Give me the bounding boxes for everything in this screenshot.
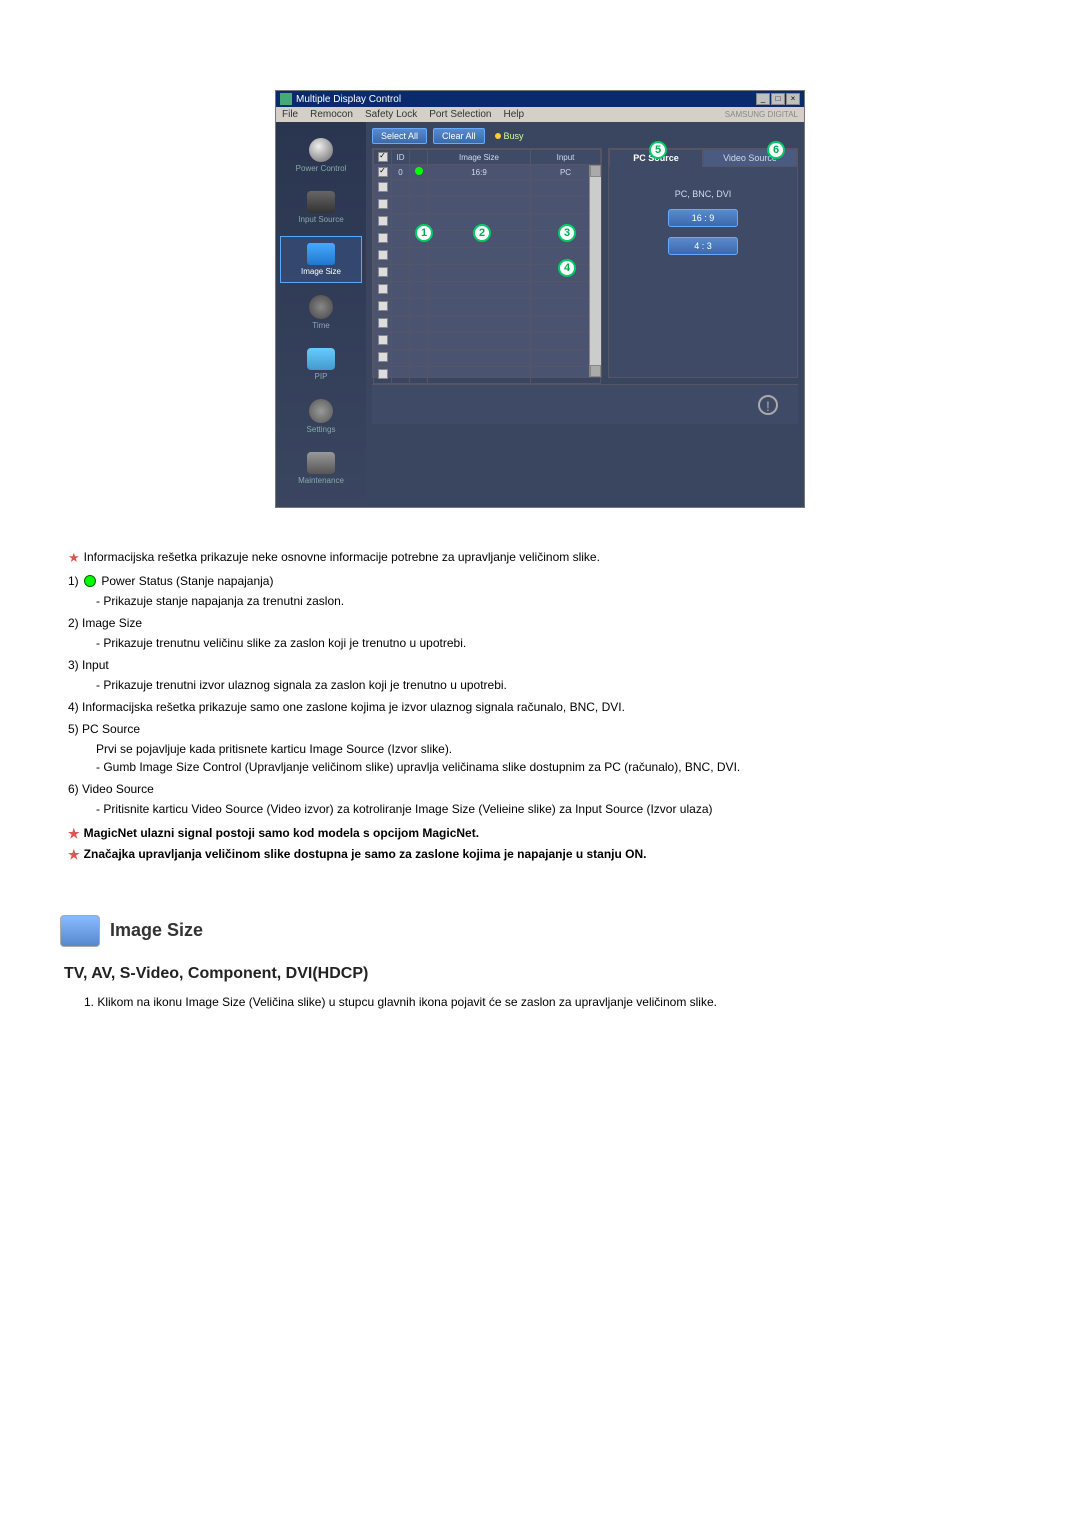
menu-remocon[interactable]: Remocon xyxy=(310,109,353,120)
maximize-button[interactable]: □ xyxy=(771,93,785,105)
subhead: TV, AV, S-Video, Component, DVI(HDCP) xyxy=(64,965,1020,983)
scroll-up-icon[interactable] xyxy=(590,165,601,177)
ol-1: 1. Klikom na ikonu Image Size (Veličina … xyxy=(84,993,1020,1011)
callout-4: 4 xyxy=(558,259,576,277)
table-row[interactable] xyxy=(374,282,601,299)
item4-title: Informacijska rešetka prikazuje samo one… xyxy=(82,700,625,714)
power-led-icon xyxy=(415,167,423,175)
table-row[interactable] xyxy=(374,299,601,316)
menu-file[interactable]: File xyxy=(282,109,298,120)
sidebar-item-image-size[interactable]: Image Size xyxy=(280,236,362,283)
star-icon: ★ xyxy=(68,847,80,862)
ratio-16-9-button[interactable]: 16 : 9 xyxy=(668,209,738,227)
callout-2: 2 xyxy=(473,224,491,242)
item2-title: Image Size xyxy=(82,616,142,630)
pip-icon xyxy=(307,348,335,370)
table-row[interactable] xyxy=(374,180,601,197)
brand-label: SAMSUNG DIGITAL xyxy=(725,110,798,119)
section-icon xyxy=(60,915,100,947)
sidebar-item-input-source[interactable]: Input Source xyxy=(280,185,362,230)
grid-scrollbar[interactable] xyxy=(589,165,601,377)
item5-sub2: - Gumb Image Size Control (Upravljanje v… xyxy=(96,758,1020,776)
power-control-icon xyxy=(309,138,333,162)
titlebar: Multiple Display Control _ □ × xyxy=(276,91,804,107)
busy-status: Busy xyxy=(495,131,524,141)
item5-sub: Prvi se pojavljuje kada pritisnete karti… xyxy=(96,740,1020,758)
col-status xyxy=(410,150,428,165)
table-row[interactable] xyxy=(374,350,601,367)
table-row[interactable] xyxy=(374,197,601,214)
clear-all-button[interactable]: Clear All xyxy=(433,128,485,144)
source-label: PC, BNC, DVI xyxy=(621,189,785,199)
menu-safety-lock[interactable]: Safety Lock xyxy=(365,109,417,120)
intro-text: Informacijska rešetka prikazuje neke osn… xyxy=(84,550,600,564)
statusbar: ! xyxy=(372,384,798,424)
item6-title: Video Source xyxy=(82,782,154,796)
sidebar-item-settings[interactable]: Settings xyxy=(280,393,362,440)
item5-title: PC Source xyxy=(82,722,140,736)
callout-6: 6 xyxy=(767,141,785,159)
table-row[interactable] xyxy=(374,333,601,350)
menu-help[interactable]: Help xyxy=(503,109,524,120)
select-all-button[interactable]: Select All xyxy=(372,128,427,144)
item2-sub: - Prikazuje trenutnu veličinu slike za z… xyxy=(96,634,1020,652)
scroll-down-icon[interactable] xyxy=(590,365,601,377)
cell-id: 0 xyxy=(392,165,410,180)
col-id: ID xyxy=(392,150,410,165)
menu-port-selection[interactable]: Port Selection xyxy=(429,109,491,120)
app-screenshot: Multiple Display Control _ □ × File Remo… xyxy=(275,90,805,508)
maintenance-icon xyxy=(307,452,335,474)
callout-5: 5 xyxy=(649,141,667,159)
star-icon: ★ xyxy=(68,826,80,841)
sidebar-item-power-control[interactable]: Power Control xyxy=(280,132,362,179)
display-grid: ID Image Size Input 0 16:9 PC xyxy=(372,148,602,378)
note2: Značajka upravljanja veličinom slike dos… xyxy=(84,847,647,861)
input-source-icon xyxy=(307,191,335,213)
table-row[interactable] xyxy=(374,316,601,333)
cell-image-size: 16:9 xyxy=(428,165,531,180)
note1: MagicNet ulazni signal postoji samo kod … xyxy=(84,826,479,840)
row-checkbox[interactable] xyxy=(378,167,388,177)
minimize-button[interactable]: _ xyxy=(756,93,770,105)
item3-sub: - Prikazuje trenutni izvor ulaznog signa… xyxy=(96,676,1020,694)
col-input: Input xyxy=(531,150,601,165)
sidebar: Power Control Input Source Image Size Ti… xyxy=(276,122,366,507)
callout-1: 1 xyxy=(415,224,433,242)
star-icon: ★ xyxy=(68,550,80,565)
toolbar: Select All Clear All Busy xyxy=(372,128,798,144)
item1-sub: - Prikazuje stanje napajanja za trenutni… xyxy=(96,592,1020,610)
menubar: File Remocon Safety Lock Port Selection … xyxy=(276,107,804,122)
settings-icon xyxy=(309,399,333,423)
image-size-icon xyxy=(307,243,335,265)
close-button[interactable]: × xyxy=(786,93,800,105)
sidebar-item-pip[interactable]: PIP xyxy=(280,342,362,387)
time-icon xyxy=(309,295,333,319)
sidebar-item-maintenance[interactable]: Maintenance xyxy=(280,446,362,491)
sidebar-item-time[interactable]: Time xyxy=(280,289,362,336)
ratio-4-3-button[interactable]: 4 : 3 xyxy=(668,237,738,255)
app-icon xyxy=(280,93,292,105)
info-icon: ! xyxy=(758,395,778,415)
power-status-icon xyxy=(84,575,96,587)
section-title: Image Size xyxy=(110,920,203,941)
right-panel: 5 6 PC Source Video Source PC, BNC, DVI … xyxy=(608,148,798,378)
callout-3: 3 xyxy=(558,224,576,242)
section-header: Image Size xyxy=(60,915,1020,947)
item1-title: Power Status (Stanje napajanja) xyxy=(101,574,273,588)
app-title: Multiple Display Control xyxy=(296,94,401,105)
document-text: ★ Informacijska rešetka prikazuje neke os… xyxy=(60,548,1020,1011)
col-image-size: Image Size xyxy=(428,150,531,165)
header-checkbox[interactable] xyxy=(378,152,388,162)
item6-sub: - Pritisnite karticu Video Source (Video… xyxy=(96,800,1020,818)
busy-dot-icon xyxy=(495,133,501,139)
table-row[interactable]: 0 16:9 PC xyxy=(374,165,601,180)
item3-title: Input xyxy=(82,658,109,672)
table-row[interactable] xyxy=(374,367,601,384)
